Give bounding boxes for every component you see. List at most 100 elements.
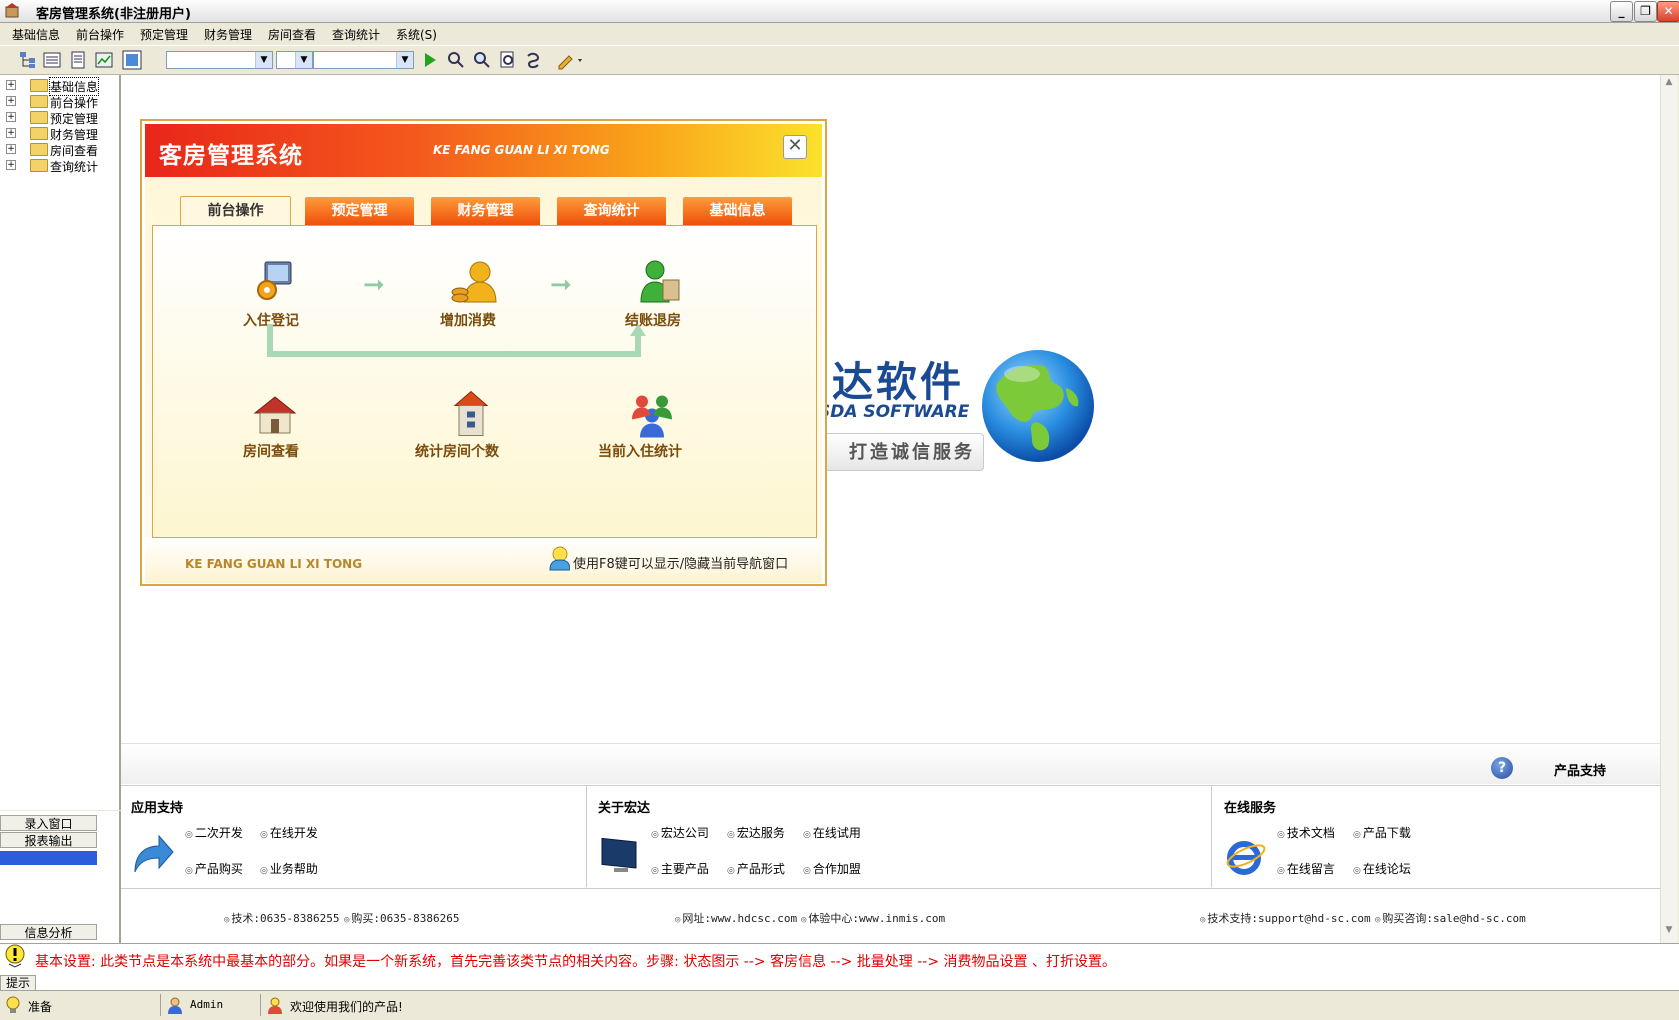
link-secondary-dev[interactable]: 二次开发 [185, 824, 243, 841]
menu-reservation[interactable]: 预定管理 [140, 26, 188, 43]
company-logo-english: SDA SOFTWARE [824, 402, 974, 422]
globe-icon [982, 350, 1094, 462]
link-main-products[interactable]: 主要产品 [651, 860, 709, 877]
tab-query-stats[interactable]: 查询统计 [557, 197, 666, 225]
link-partnership[interactable]: 合作加盟 [803, 860, 861, 877]
expand-icon[interactable]: + [6, 80, 16, 90]
folder-icon [30, 159, 48, 172]
tree-item-reservation[interactable]: + 预定管理 [6, 109, 116, 126]
link-online-message[interactable]: 在线留言 [1277, 860, 1335, 877]
link-hongda-company[interactable]: 宏达公司 [651, 824, 709, 841]
info-analysis-button[interactable]: 信息分析 [0, 924, 97, 940]
menu-query-stats[interactable]: 查询统计 [332, 26, 380, 43]
expand-icon[interactable]: + [6, 160, 16, 170]
product-support-label[interactable]: 产品支持 [1554, 760, 1606, 779]
menu-system[interactable]: 系统(S) [396, 26, 437, 43]
panel-selection-highlight [0, 851, 97, 865]
scroll-down-icon[interactable]: ▼ [1663, 925, 1675, 935]
app-icon [5, 3, 19, 18]
tree-view-icon[interactable] [18, 50, 38, 70]
section-divider [586, 785, 587, 887]
expand-icon[interactable]: + [6, 128, 16, 138]
section-divider [1211, 785, 1212, 887]
folder-icon [30, 111, 48, 124]
restore-button[interactable]: ❐ [1634, 1, 1657, 22]
filter-combo-1[interactable]: ▼ [166, 51, 273, 69]
title-bar: 客房管理系统(非注册用户) _ ❐ ✕ [0, 0, 1679, 23]
find-icon[interactable] [446, 50, 466, 70]
chart-icon[interactable] [94, 50, 114, 70]
find-next-icon[interactable] [472, 50, 492, 70]
filter-combo-2[interactable]: ▼ [276, 51, 313, 69]
add-consume-person-icon [451, 261, 497, 303]
entry-window-button[interactable]: 录入窗口 [0, 815, 97, 831]
status-pane-welcome: 欢迎使用我们的产品! [262, 994, 662, 1016]
link-hongda-service[interactable]: 宏达服务 [727, 824, 785, 841]
hint-text: 基本设置: 此类节点是本系统中最基本的部分。如果是一个新系统，首先完善该类节点的… [35, 954, 1116, 970]
status-pane-user: Admin [162, 994, 261, 1016]
tree-item-finance[interactable]: + 财务管理 [6, 125, 116, 142]
online-service-title: 在线服务 [1224, 801, 1277, 816]
link-tech-docs[interactable]: 技术文档 [1277, 824, 1335, 841]
play-icon[interactable] [420, 50, 440, 70]
folder-open-icon [30, 79, 48, 92]
vertical-scrollbar[interactable]: ▲ ▼ [1660, 75, 1678, 943]
tab-finance[interactable]: 财务管理 [431, 197, 540, 225]
dialog-close-button[interactable]: ✕ [783, 135, 807, 159]
tree-item-room-view[interactable]: + 房间查看 [6, 141, 116, 158]
hint-tab[interactable]: 提示 [0, 975, 36, 991]
flow-arrow-icon: ➞ [363, 270, 385, 300]
browser-e-icon [1226, 841, 1266, 875]
arrow-icon [134, 834, 174, 873]
sales-email[interactable]: 购买咨询:sale@hd-sc.com [1375, 910, 1525, 926]
tree-item-basic-info[interactable]: + 基础信息 [6, 77, 116, 96]
expand-icon[interactable]: + [6, 144, 16, 154]
scroll-up-icon[interactable]: ▲ [1663, 77, 1675, 87]
close-button[interactable]: ✕ [1657, 1, 1679, 22]
help-icon[interactable]: ? [1491, 757, 1513, 779]
dialog-header: 客房管理系统 KE FANG GUAN LI XI TONG ✕ [145, 124, 822, 177]
pencil-icon[interactable] [556, 50, 584, 70]
tech-support-email[interactable]: 技术支持:support@hd-sc.com [1200, 910, 1370, 926]
report-output-button[interactable]: 报表输出 [0, 832, 97, 848]
tab-basic-info[interactable]: 基础信息 [683, 197, 792, 225]
form-view-icon[interactable] [42, 50, 62, 70]
zoom-icon[interactable] [498, 50, 518, 70]
tab-panel-front-desk: 入住登记 ➞ 增加消费 ➞ 结账退房 房间查看 统计房间个数 当前入住统计 [152, 225, 817, 538]
document-icon[interactable] [68, 50, 88, 70]
status-bulb-icon [6, 996, 20, 1013]
link-product-download[interactable]: 产品下载 [1353, 824, 1411, 841]
company-slogan: 打造诚信服务 [824, 433, 984, 471]
link-online-dev[interactable]: 在线开发 [260, 824, 318, 841]
link-online-trial[interactable]: 在线试用 [803, 824, 861, 841]
link-business-help[interactable]: 业务帮助 [260, 860, 318, 877]
experience-center-link[interactable]: 体验中心:www.inmis.com [801, 910, 945, 926]
tab-reservation[interactable]: 预定管理 [305, 197, 414, 225]
expand-icon[interactable]: + [6, 96, 16, 106]
menu-basic-info[interactable]: 基础信息 [12, 26, 60, 43]
menu-room-view[interactable]: 房间查看 [268, 26, 316, 43]
tab-front-desk[interactable]: 前台操作 [180, 196, 291, 227]
tree-item-front-desk[interactable]: + 前台操作 [6, 93, 116, 110]
left-panel-switcher: 录入窗口 报表输出 信息分析 [0, 811, 121, 943]
website-link[interactable]: 网址:www.hdcsc.com [675, 910, 797, 926]
window-title: 客房管理系统(非注册用户) [36, 7, 191, 22]
building-icon [453, 390, 489, 436]
link-product-form[interactable]: 产品形式 [727, 860, 785, 877]
screen-icon[interactable] [122, 50, 142, 70]
company-logo-text: 达软件 [832, 358, 964, 406]
link-product-purchase[interactable]: 产品购买 [185, 860, 243, 877]
filter-combo-3[interactable]: ▼ [313, 51, 414, 69]
app-support-title: 应用支持 [131, 801, 184, 816]
menu-bar: 基础信息 前台操作 预定管理 财务管理 房间查看 查询统计 系统(S) [0, 23, 1679, 44]
expand-icon[interactable]: + [6, 112, 16, 122]
footer-hint: 使用F8键可以显示/隐藏当前导航窗口 [573, 557, 789, 572]
link-online-forum[interactable]: 在线论坛 [1353, 860, 1411, 877]
tree-item-query-stats[interactable]: + 查询统计 [6, 157, 116, 174]
minimize-button[interactable]: _ [1610, 1, 1633, 22]
menu-front-desk[interactable]: 前台操作 [76, 26, 124, 43]
navigation-tree: + 基础信息 + 前台操作 + 预定管理 + 财务管理 + 房间查看 + 查询统… [0, 75, 121, 810]
checkout-person-icon [640, 260, 680, 303]
menu-finance[interactable]: 财务管理 [204, 26, 252, 43]
sort-icon[interactable] [524, 50, 544, 70]
